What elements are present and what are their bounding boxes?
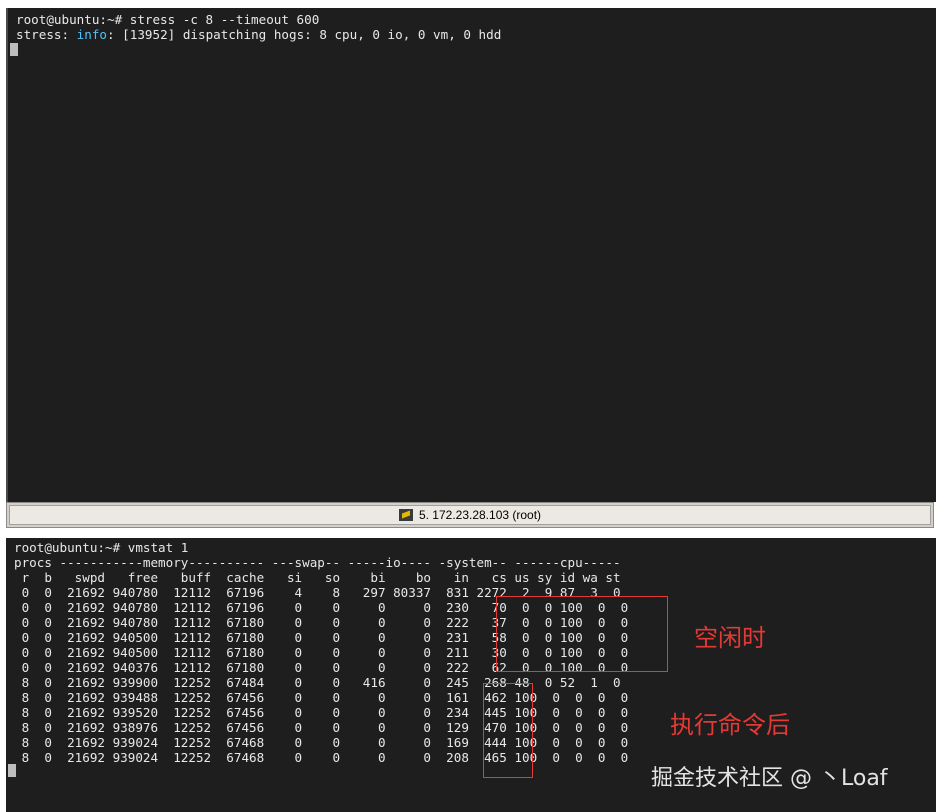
stress-output-line: stress: info: [13952] dispatching hogs: … [16,27,501,42]
terminal-cursor [10,43,18,56]
terminal-status-bar: 5. 172.23.28.103 (root) [6,502,934,528]
session-label: 5. 172.23.28.103 (root) [418,508,542,522]
vmstat-row: 8 0 21692 939520 12252 67456 0 0 0 0 234… [14,705,629,720]
info-level: info [76,27,108,42]
vmstat-command-line: root@ubuntu:~# vmstat 1 [14,540,189,555]
vmstat-row: 8 0 21692 939024 12252 67468 0 0 0 0 208… [14,750,629,765]
bottom-terminal-window[interactable]: root@ubuntu:~# vmstat 1 procs ----------… [6,538,936,812]
vmstat-row: 8 0 21692 938976 12252 67456 0 0 0 0 129… [14,720,629,735]
terminal-cursor [8,764,16,777]
watermark: 掘金技术社区 @ 丶Loaf [651,766,888,791]
idle-highlight-box [496,596,668,672]
top-command-line: root@ubuntu:~# stress -c 8 --timeout 600 [16,12,320,27]
stress-message: : [13952] dispatching hogs: 8 cpu, 0 io,… [107,27,502,42]
terminal-icon [398,509,413,521]
vmstat-row: 8 0 21692 939024 12252 67468 0 0 0 0 169… [14,735,629,750]
stress-prefix: stress: [16,27,77,42]
after-command-annotation: 执行命令后 [670,711,790,739]
top-terminal-window[interactable]: root@ubuntu:~# stress -c 8 --timeout 600… [6,8,936,502]
busy-highlight-box [483,683,533,778]
idle-annotation: 空闲时 [694,624,766,652]
session-tab[interactable]: 5. 172.23.28.103 (root) [9,505,931,525]
vmstat-header-columns: r b swpd free buff cache si so bi bo in … [14,570,621,585]
vmstat-header-groups: procs -----------memory---------- ---swa… [14,555,621,570]
vmstat-row: 8 0 21692 939488 12252 67456 0 0 0 0 161… [14,690,629,705]
